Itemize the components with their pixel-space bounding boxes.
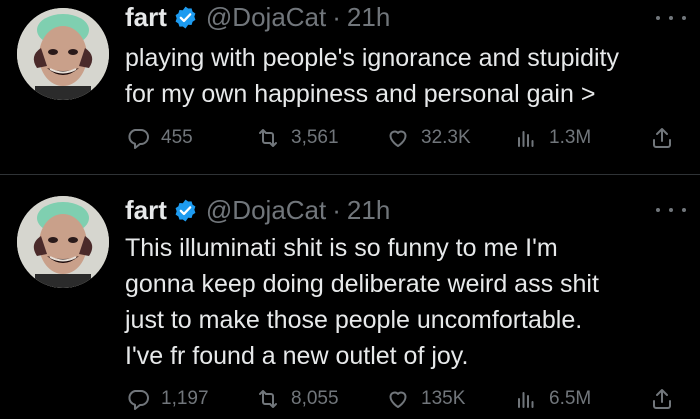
retweet-button[interactable]: 3,561 [256,118,339,158]
action-bar: 455 3,561 32.3K 1.3M [0,118,700,158]
timestamp[interactable]: 21h [347,195,390,226]
display-name[interactable]: fart [125,195,167,226]
verified-badge-icon [173,5,198,30]
reply-count: 1,197 [161,388,209,409]
tweet-text: playing with people's ignorance and stup… [125,40,685,112]
retweet-icon [259,129,277,147]
retweet-button[interactable]: 8,055 [256,379,339,419]
tweet-text-line: gonna keep doing deliberate weird ass sh… [125,270,599,298]
user-handle[interactable]: @DojaCat [206,2,326,33]
retweet-count: 8,055 [291,388,339,409]
timestamp[interactable]: 21h [347,2,390,33]
tweet[interactable]: fart @DojaCat · 21h playing with people'… [0,0,700,172]
tweet-text-line: for my own happiness and personal gain > [125,80,596,108]
share-button[interactable] [650,118,674,158]
views-icon [518,131,534,147]
separator-dot: · [332,1,341,32]
retweet-count: 3,561 [291,127,339,148]
views-button[interactable]: 1.3M [514,118,591,158]
avatar-image [17,196,109,288]
tweet-text-line: just to make those people uncomfortable. [125,306,583,334]
retweet-icon [259,390,277,408]
share-icon [653,128,671,148]
tweet-text-line: I've fr found a new outlet of joy. [125,342,469,370]
view-count: 6.5M [549,388,592,409]
share-icon [653,389,671,409]
heart-icon [389,391,407,408]
action-bar: 1,197 8,055 135K 6.5M [0,379,700,419]
share-button[interactable] [650,379,674,419]
more-icon[interactable] [656,200,686,220]
avatar[interactable] [17,196,109,288]
tweet-text: This illuminati shit is so funny to me I… [125,230,685,374]
reply-icon [128,129,149,149]
reply-icon [128,390,149,410]
reply-button[interactable]: 1,197 [126,379,209,419]
tweet-text-line: playing with people's ignorance and stup… [125,44,619,72]
reply-count: 455 [161,127,193,148]
view-count: 1.3M [549,127,592,148]
tweet-header: fart @DojaCat · 21h [125,0,390,34]
heart-icon [389,130,407,147]
more-icon[interactable] [656,8,686,28]
tweet-divider [0,174,700,175]
verified-badge-icon [173,198,198,223]
reply-button[interactable]: 455 [126,118,193,158]
tweet-text-line: This illuminati shit is so funny to me I… [125,234,558,262]
views-icon [518,392,534,408]
separator-dot: · [332,194,341,225]
tweet[interactable]: fart @DojaCat · 21h This illuminati shit… [0,178,700,419]
user-handle[interactable]: @DojaCat [206,195,326,226]
like-button[interactable]: 135K [386,379,465,419]
tweet-header: fart @DojaCat · 21h [125,193,390,227]
avatar-image [17,8,109,100]
display-name[interactable]: fart [125,2,167,33]
like-button[interactable]: 32.3K [386,118,471,158]
like-count: 32.3K [421,127,471,148]
avatar[interactable] [17,8,109,100]
views-button[interactable]: 6.5M [514,379,591,419]
like-count: 135K [421,388,466,409]
